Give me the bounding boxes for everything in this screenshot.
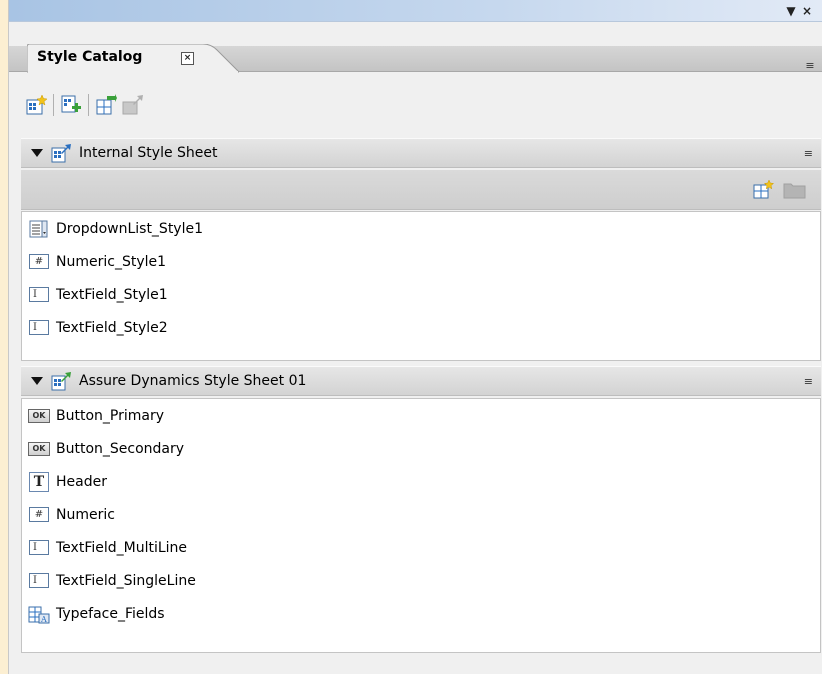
section-menu-icon[interactable]: ≡	[804, 375, 813, 388]
list-item[interactable]: I TextField_SingleLine	[22, 564, 820, 597]
panel-options-dropdown-icon[interactable]: ▼	[783, 0, 799, 22]
section-title: Assure Dynamics Style Sheet 01	[79, 373, 307, 389]
import-style-icon	[96, 94, 117, 115]
style-name: TextField_Style1	[56, 286, 168, 303]
new-style-icon[interactable]	[753, 180, 775, 200]
typeface-fields-icon: A	[28, 606, 50, 624]
style-name: Numeric_Style1	[56, 253, 167, 270]
style-name: Button_Secondary	[56, 440, 185, 457]
style-name: TextField_MultiLine	[56, 539, 188, 556]
new-style-sheet-button[interactable]	[23, 92, 49, 118]
internal-style-list: DropdownList_Style1 # Numeric_Style1 I T…	[21, 211, 821, 361]
panel-menu-icon[interactable]: ≡	[801, 58, 819, 72]
numeric-field-icon: #	[29, 254, 49, 269]
button-icon: OK	[28, 441, 50, 456]
header-text-icon: T	[29, 471, 49, 492]
style-name: DropdownList_Style1	[56, 220, 203, 237]
list-item[interactable]: # Numeric	[22, 498, 820, 531]
tab-strip: Style Catalog × ≡	[9, 22, 822, 73]
list-item[interactable]: I TextField_Style1	[22, 278, 820, 311]
style-name: Typeface_Fields	[56, 605, 165, 622]
list-item[interactable]: # Numeric_Style1	[22, 245, 820, 278]
text-field-icon: I	[29, 287, 49, 302]
dropdown-list-icon	[29, 220, 48, 237]
internal-style-sheet-icon	[51, 144, 71, 163]
list-item[interactable]: OK Button_Primary	[22, 399, 820, 432]
style-catalog-panel: ▼ × Style Catalog × ≡ Internal Style She…	[8, 0, 822, 674]
assure-dynamics-style-list: OK Button_Primary OK Button_Secondary T …	[21, 398, 821, 653]
list-item[interactable]: I TextField_Style2	[22, 311, 820, 344]
tab-close-icon[interactable]: ×	[181, 52, 194, 65]
tab-style-catalog[interactable]: Style Catalog ×	[27, 44, 239, 73]
section-title: Internal Style Sheet	[79, 145, 218, 161]
export-style-button[interactable]	[119, 92, 145, 118]
add-style-sheet-button[interactable]	[58, 92, 84, 118]
toolbar-separator	[88, 94, 89, 116]
new-style-sheet-icon	[26, 94, 47, 115]
list-item[interactable]: OK Button_Secondary	[22, 432, 820, 465]
style-name: Header	[56, 473, 107, 490]
toolbar-separator	[53, 94, 54, 116]
panel-close-icon[interactable]: ×	[799, 0, 815, 22]
list-item[interactable]: I TextField_MultiLine	[22, 531, 820, 564]
text-field-icon: I	[29, 320, 49, 335]
list-item[interactable]: T Header	[22, 465, 820, 498]
tab-label: Style Catalog	[37, 49, 143, 65]
style-name: Numeric	[56, 506, 115, 523]
import-style-button[interactable]	[93, 92, 119, 118]
text-field-icon: I	[29, 540, 49, 555]
style-name: TextField_Style2	[56, 319, 168, 336]
external-style-sheet-icon	[51, 372, 71, 391]
style-name: Button_Primary	[56, 407, 164, 424]
svg-text:A: A	[40, 615, 47, 624]
panel-title-bar[interactable]: ▼ ×	[9, 0, 822, 22]
button-icon: OK	[28, 408, 50, 423]
folder-icon[interactable]	[783, 181, 807, 199]
collapse-arrow-icon[interactable]	[31, 149, 43, 157]
text-field-icon: I	[29, 573, 49, 588]
list-item[interactable]: DropdownList_Style1	[22, 212, 820, 245]
internal-style-sheet-toolbar	[21, 170, 821, 210]
add-style-sheet-icon	[61, 95, 81, 113]
numeric-field-icon: #	[29, 507, 49, 522]
collapse-arrow-icon[interactable]	[31, 377, 43, 385]
section-header-internal-style-sheet[interactable]: Internal Style Sheet ≡	[21, 138, 821, 168]
list-item[interactable]: A Typeface_Fields	[22, 597, 820, 630]
style-name: TextField_SingleLine	[56, 572, 196, 589]
export-style-icon	[122, 95, 143, 115]
section-menu-icon[interactable]: ≡	[804, 147, 813, 160]
catalog-toolbar	[23, 92, 145, 118]
section-header-assure-dynamics-style-sheet[interactable]: Assure Dynamics Style Sheet 01 ≡	[21, 366, 821, 396]
